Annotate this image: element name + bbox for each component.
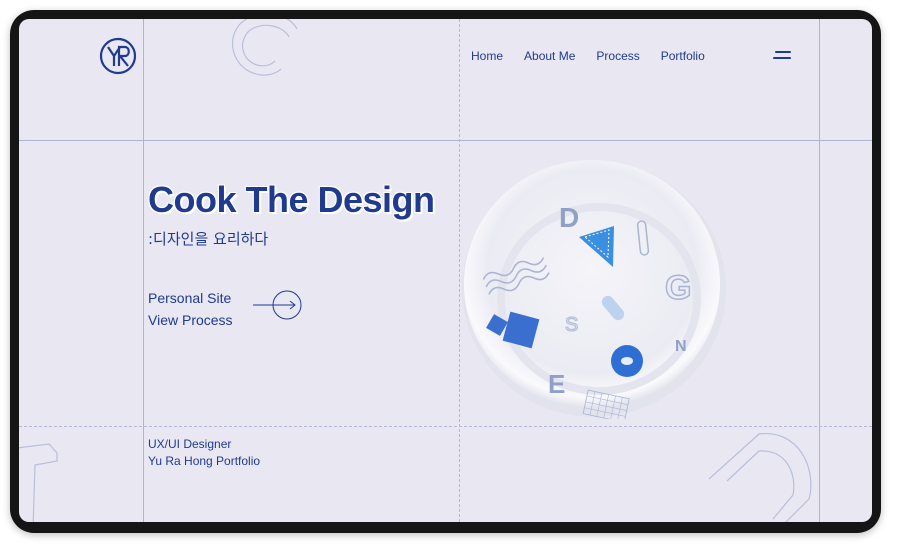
arrow-right-circle-icon[interactable] <box>251 289 303 321</box>
bowl-letter-n: N <box>675 338 687 355</box>
bowl-letter-e: E <box>548 369 565 399</box>
grid-line <box>19 140 872 141</box>
hero-title: Cook The Design <box>148 179 435 220</box>
grid-line <box>819 19 820 522</box>
outline-letter-d-decoration <box>708 433 812 522</box>
outline-letter-l-decoration <box>19 443 58 522</box>
nav-about-me[interactable]: About Me <box>524 49 575 63</box>
grid-line <box>143 19 144 522</box>
bowl-letter-g: G <box>665 269 691 307</box>
hero-subtitle: :디자인을 요리하다 <box>148 230 269 248</box>
yr-monogram-icon[interactable] <box>99 37 137 75</box>
bowl-letter-d: D <box>559 202 579 233</box>
hero-links: Personal Site View Process <box>148 287 233 331</box>
designer-role: UX/UI Designer <box>148 437 232 451</box>
nav-portfolio[interactable]: Portfolio <box>661 49 705 63</box>
nav-home[interactable]: Home <box>471 49 503 63</box>
hamburger-menu-icon[interactable] <box>771 51 791 61</box>
personal-site-link[interactable]: Personal Site <box>148 287 233 309</box>
grid-line <box>19 426 872 427</box>
website-screen: Home About Me Process Portfolio Cook The… <box>19 19 872 522</box>
bowl-illustration: D G S N E <box>462 160 726 419</box>
designer-info: UX/UI Designer Yu Ra Hong Portfolio <box>148 436 260 470</box>
nav-process[interactable]: Process <box>596 49 639 63</box>
outline-letter-c-decoration <box>231 19 298 76</box>
top-navigation: Home About Me Process Portfolio <box>471 49 726 63</box>
bowl-letter-s: S <box>565 314 578 336</box>
view-process-link[interactable]: View Process <box>148 309 233 331</box>
portfolio-name: Yu Ra Hong Portfolio <box>148 454 261 468</box>
